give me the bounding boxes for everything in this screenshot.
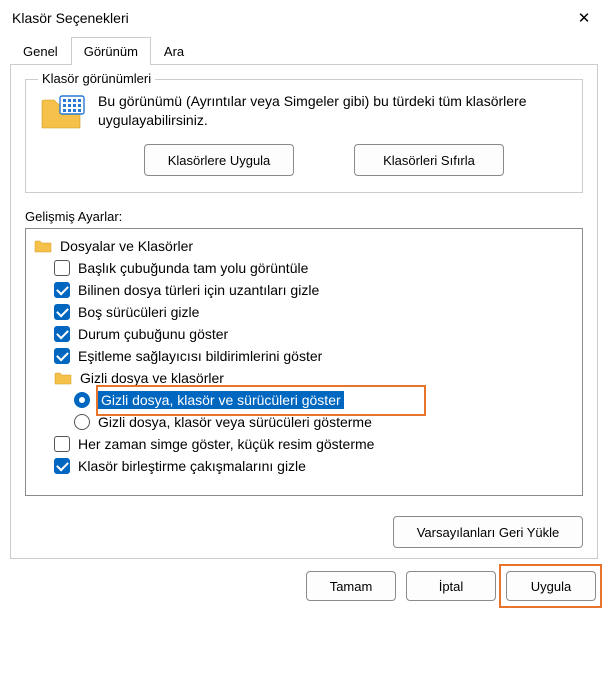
tree-item[interactable]: Klasör birleştirme çakışmalarını gizle bbox=[34, 455, 578, 477]
title-bar: Klasör Seçenekleri ✕ bbox=[0, 0, 608, 36]
tree-root-folder: Dosyalar ve Klasörler bbox=[34, 235, 578, 257]
radio[interactable] bbox=[74, 392, 90, 408]
tree-radio-item[interactable]: Gizli dosya, klasör ve sürücüleri göster bbox=[34, 389, 578, 411]
tree-item-label: Her zaman simge göster, küçük resim göst… bbox=[78, 436, 374, 452]
restore-defaults-button[interactable]: Varsayılanları Geri Yükle bbox=[393, 516, 583, 548]
tab-general[interactable]: Genel bbox=[10, 37, 71, 65]
tree-item-label: Durum çubuğunu göster bbox=[78, 326, 228, 342]
folder-views-group: Klasör görünümleri Bu görünümü (Ayrıntıl… bbox=[25, 79, 583, 193]
window-title: Klasör Seçenekleri bbox=[12, 10, 129, 26]
checkbox[interactable] bbox=[54, 260, 70, 276]
tree-item[interactable]: Boş sürücüleri gizle bbox=[34, 301, 578, 323]
folder-icon bbox=[54, 370, 72, 386]
tree-item[interactable]: Başlık çubuğunda tam yolu görüntüle bbox=[34, 257, 578, 279]
checkbox[interactable] bbox=[54, 326, 70, 342]
checkbox[interactable] bbox=[54, 304, 70, 320]
cancel-button[interactable]: İptal bbox=[406, 571, 496, 601]
close-button[interactable]: ✕ bbox=[562, 1, 606, 35]
tree-item[interactable]: Eşitleme sağlayıcısı bildirimlerini göst… bbox=[34, 345, 578, 367]
ok-button[interactable]: Tamam bbox=[306, 571, 396, 601]
folder-icon bbox=[40, 94, 86, 132]
tree-item-label: Boş sürücüleri gizle bbox=[78, 304, 199, 320]
tree-item[interactable]: Her zaman simge göster, küçük resim göst… bbox=[34, 433, 578, 455]
folder-views-legend: Klasör görünümleri bbox=[38, 71, 155, 86]
tree-item-label: Klasör birleştirme çakışmalarını gizle bbox=[78, 458, 306, 474]
tree-item-label: Eşitleme sağlayıcısı bildirimlerini göst… bbox=[78, 348, 322, 364]
checkbox[interactable] bbox=[54, 348, 70, 364]
dialog-footer: Tamam İptal Uygula bbox=[0, 559, 608, 601]
radio[interactable] bbox=[74, 414, 90, 430]
checkbox[interactable] bbox=[54, 458, 70, 474]
advanced-settings-label: Gelişmiş Ayarlar: bbox=[25, 209, 583, 224]
checkbox[interactable] bbox=[54, 436, 70, 452]
tree-radio-item[interactable]: Gizli dosya, klasör veya sürücüleri göst… bbox=[34, 411, 578, 433]
checkbox[interactable] bbox=[54, 282, 70, 298]
tree-root-label: Dosyalar ve Klasörler bbox=[60, 238, 193, 254]
tree-item-label: Bilinen dosya türleri için uzantıları gi… bbox=[78, 282, 319, 298]
tree-item-label: Başlık çubuğunda tam yolu görüntüle bbox=[78, 260, 308, 276]
tab-strip: Genel Görünüm Ara bbox=[0, 37, 608, 65]
advanced-settings-tree[interactable]: Dosyalar ve Klasörler Başlık çubuğunda t… bbox=[25, 228, 583, 496]
apply-button[interactable]: Uygula bbox=[506, 571, 596, 601]
reset-folders-button[interactable]: Klasörleri Sıfırla bbox=[354, 144, 504, 176]
tree-item-label: Gizli dosya, klasör veya sürücüleri göst… bbox=[98, 414, 372, 430]
folder-icon bbox=[34, 238, 52, 254]
apply-to-folders-button[interactable]: Klasörlere Uygula bbox=[144, 144, 294, 176]
tree-item[interactable]: Durum çubuğunu göster bbox=[34, 323, 578, 345]
tab-search[interactable]: Ara bbox=[151, 37, 197, 65]
folder-views-description: Bu görünümü (Ayrıntılar veya Simgeler gi… bbox=[98, 92, 568, 130]
tree-hidden-folder-label: Gizli dosya ve klasörler bbox=[80, 370, 224, 386]
tree-item[interactable]: Bilinen dosya türleri için uzantıları gi… bbox=[34, 279, 578, 301]
tab-view[interactable]: Görünüm bbox=[71, 37, 151, 65]
tab-page-view: Klasör görünümleri Bu görünümü (Ayrıntıl… bbox=[10, 64, 598, 559]
tree-hidden-folder: Gizli dosya ve klasörler bbox=[34, 367, 578, 389]
tree-item-label: Gizli dosya, klasör ve sürücüleri göster bbox=[98, 391, 344, 409]
